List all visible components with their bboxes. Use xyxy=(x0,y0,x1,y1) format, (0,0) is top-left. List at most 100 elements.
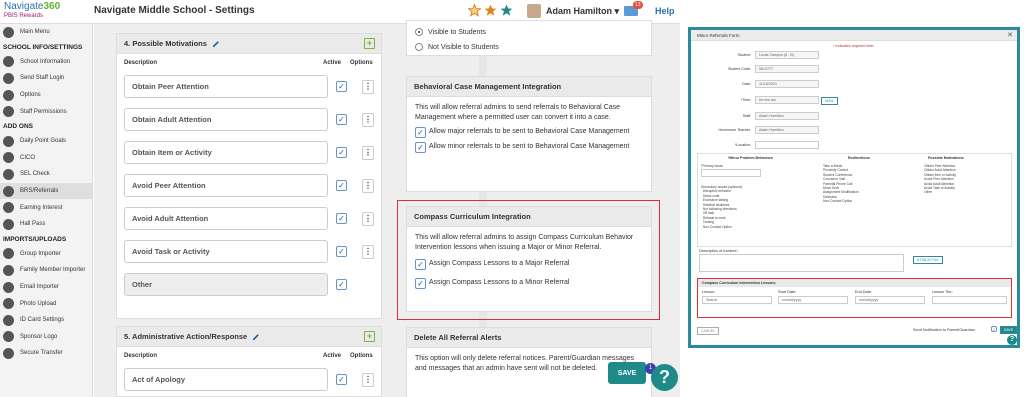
end-date-field[interactable]: mm/dd/yyyy xyxy=(855,296,925,304)
sidebar-item[interactable]: Group Importer xyxy=(0,246,92,263)
radio-selected-icon[interactable] xyxy=(415,28,423,36)
sidebar-item[interactable]: SEL Check xyxy=(0,166,92,183)
logo-number: 360 xyxy=(43,1,61,12)
attach-file-button[interactable]: ATTACH FILE xyxy=(913,256,943,264)
add-motivation-button[interactable]: + xyxy=(364,38,375,49)
referral-modal: Minor Referrals Form ✕ * indicates requi… xyxy=(691,30,1018,345)
logo-name: Navigate xyxy=(4,1,44,12)
active-checkbox[interactable]: ✓ xyxy=(336,114,347,125)
sidebar-item[interactable]: Email Importer xyxy=(0,279,92,296)
student-field[interactable]: Lucas Campos (8 - B) xyxy=(755,51,819,59)
lesson-tier-select[interactable] xyxy=(932,296,1007,304)
sidebar-item[interactable]: Main Menu xyxy=(0,24,92,41)
time-field[interactable]: hh:mm am xyxy=(755,96,819,104)
sidebar-item[interactable]: School Information xyxy=(0,54,92,71)
options-menu-icon[interactable]: ⋮ xyxy=(362,244,374,259)
date-field[interactable]: 11/18/2023 xyxy=(755,80,819,88)
active-checkbox[interactable]: ✓ xyxy=(336,81,347,92)
description-field[interactable]: Obtain Adult Attention xyxy=(124,108,328,131)
active-checkbox[interactable]: ✓ xyxy=(336,246,347,257)
trophy-icon xyxy=(3,202,14,214)
group-icon xyxy=(3,248,14,260)
sidebar-item[interactable]: ID Card Settings xyxy=(0,312,92,329)
list-item: Avoid Peer Attention ✓ ⋮ xyxy=(117,169,381,202)
help-button[interactable]: ? xyxy=(651,364,678,391)
modal-header: Minor Referrals Form ✕ xyxy=(691,30,1017,41)
not-visible-option[interactable]: Not Visible to Students xyxy=(415,43,651,53)
description-field[interactable]: Act of Apology xyxy=(124,368,328,391)
homeroom-field[interactable]: Adam Hamilton xyxy=(755,126,819,134)
bcm-minor-option[interactable]: ✓ Allow minor referrals to be sent to Beh… xyxy=(415,142,643,153)
location-select[interactable] xyxy=(755,141,819,149)
staff-field[interactable]: Adam Hamilton xyxy=(755,112,819,120)
now-button[interactable]: NOW xyxy=(821,97,838,105)
active-checkbox[interactable]: ✓ xyxy=(336,147,347,158)
col-description: Description xyxy=(124,353,158,359)
cancel-button[interactable]: CANCEL xyxy=(697,327,720,335)
checkbox-checked-icon[interactable]: ✓ xyxy=(415,127,426,138)
sidebar-item[interactable]: Secure Transfer xyxy=(0,345,92,362)
active-checkbox[interactable]: ✓ xyxy=(336,180,347,191)
app-logo[interactable]: Navigate360 PBIS Rewards xyxy=(4,1,84,20)
sidebar-item[interactable]: Send Staff Login xyxy=(0,70,92,87)
col-description: Description xyxy=(124,60,158,66)
bcm-major-option[interactable]: ✓ Allow major referrals to be sent to Beh… xyxy=(415,127,643,138)
description-field[interactable]: Obtain Item or Activity xyxy=(124,141,328,164)
visible-label: Visible to Students xyxy=(428,29,486,36)
avatar[interactable] xyxy=(527,4,541,18)
description-field[interactable]: Other xyxy=(124,273,328,296)
description-field[interactable]: Avoid Task or Activity xyxy=(124,240,328,263)
lesson-search[interactable]: Search xyxy=(702,296,772,304)
primary-issue-select[interactable] xyxy=(701,169,761,177)
sidebar-item[interactable]: Earning Interest xyxy=(0,199,92,216)
radio-unselected-icon[interactable] xyxy=(415,43,423,51)
redirections-list[interactable]: Take a Break Proximity Control Student C… xyxy=(823,164,859,204)
active-checkbox[interactable]: ✓ xyxy=(336,374,347,385)
reward-stars[interactable] xyxy=(468,4,513,17)
options-menu-icon[interactable]: ⋮ xyxy=(362,79,374,94)
description-field[interactable]: Obtain Peer Attention xyxy=(124,75,328,98)
add-action-button[interactable]: + xyxy=(364,331,375,342)
sidebar-item-label: Options xyxy=(20,92,41,99)
options-menu-icon[interactable]: ⋮ xyxy=(362,372,374,387)
form-save-button[interactable]: SAVE xyxy=(1000,326,1018,334)
sidebar-item[interactable]: Options xyxy=(0,87,92,104)
sidebar-item[interactable]: Family Member Importer xyxy=(0,262,92,279)
star-orange-icon[interactable] xyxy=(484,4,497,17)
active-checkbox[interactable]: ✓ xyxy=(336,213,347,224)
options-menu-icon[interactable]: ⋮ xyxy=(362,112,374,127)
close-icon[interactable]: ✕ xyxy=(1007,30,1013,41)
help-link[interactable]: Help xyxy=(655,6,675,16)
save-button[interactable]: SAVE xyxy=(608,362,646,384)
pencil-icon[interactable] xyxy=(252,333,260,341)
visible-option[interactable]: Visible to Students xyxy=(415,28,651,38)
sidebar-item[interactable]: Photo Upload xyxy=(0,295,92,312)
sidebar-item[interactable]: Daily Point Goals xyxy=(0,133,92,150)
incident-textarea[interactable] xyxy=(699,254,904,272)
start-date-field[interactable]: mm/dd/yyyy xyxy=(778,296,848,304)
sidebar-item[interactable]: CICO xyxy=(0,150,92,167)
code-field[interactable]: 5813777 xyxy=(755,65,819,73)
notify-parent-checkbox[interactable]: ✓ xyxy=(991,326,997,332)
checkbox-checked-icon[interactable]: ✓ xyxy=(415,142,426,153)
user-menu[interactable]: Adam Hamilton ▾ xyxy=(546,6,619,17)
description-field[interactable]: Avoid Peer Attention xyxy=(124,174,328,197)
location-label: *Location: xyxy=(735,143,751,147)
motivations-options-list[interactable]: Obtain Peer Attention Obtain Adult Atten… xyxy=(924,164,956,195)
star-teal-icon[interactable] xyxy=(500,4,513,17)
sidebar-item[interactable]: Staff Permissions xyxy=(0,103,92,120)
pencil-icon[interactable] xyxy=(212,40,220,48)
sidebar-item[interactable]: Hall Pass xyxy=(0,216,92,233)
help-button[interactable]: ? xyxy=(1007,335,1017,345)
sidebar-item[interactable]: Sponsor Logo xyxy=(0,329,92,346)
active-checkbox[interactable]: ✓ xyxy=(336,279,347,290)
star-outline-icon[interactable] xyxy=(468,4,481,17)
options-menu-icon[interactable]: ⋮ xyxy=(362,178,374,193)
options-menu-icon[interactable]: ⋮ xyxy=(362,145,374,160)
options-menu-icon[interactable]: ⋮ xyxy=(362,211,374,226)
sidebar-section-heading: SCHOOL INFO/SETTINGS xyxy=(3,43,83,51)
secondary-issues-list[interactable]: Secondary Issues (optional): Disruptive … xyxy=(701,185,743,229)
sidebar-item-label: Group Importer xyxy=(20,250,61,257)
sidebar-item[interactable]: BRS/Referrals xyxy=(0,182,92,200)
description-field[interactable]: Avoid Adult Attention xyxy=(124,207,328,230)
